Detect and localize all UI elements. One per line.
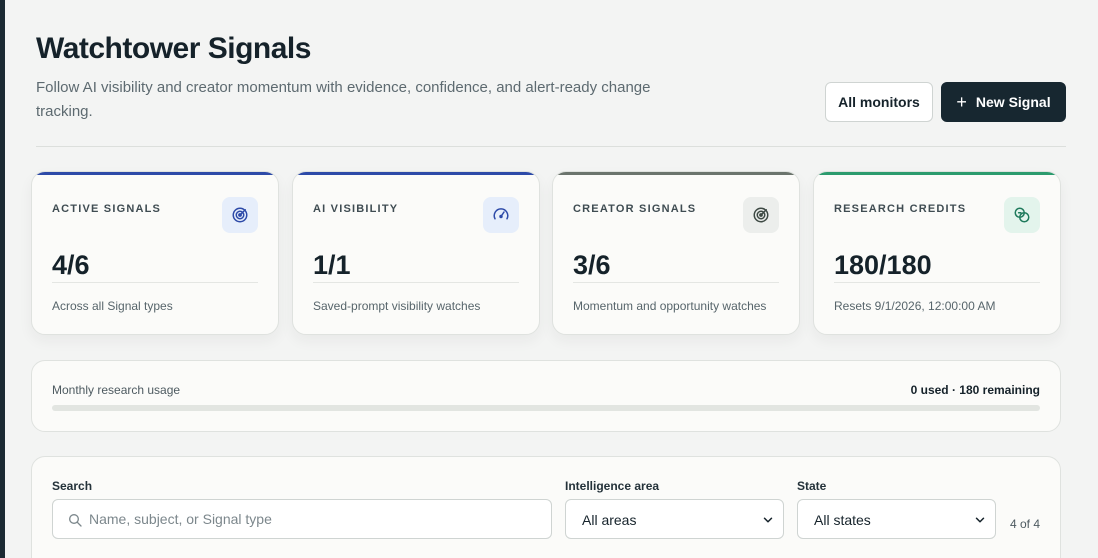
search-label: Search	[52, 479, 93, 493]
new-signal-label: New Signal	[975, 94, 1051, 110]
area-select[interactable]: All areas	[565, 499, 784, 539]
card-ai-visibility: AI VISIBILITY 1/1 Saved-prompt visibilit…	[292, 171, 540, 335]
card-accent	[293, 172, 539, 175]
card-label: RESEARCH CREDITS	[834, 203, 967, 215]
card-research-credits: RESEARCH CREDITS 180/180 Resets 9/1/2026…	[813, 171, 1061, 335]
card-value: 180/180	[834, 250, 932, 280]
state-select-value: All states	[814, 512, 871, 528]
result-count: 4 of 4	[1009, 517, 1040, 531]
card-accent	[553, 172, 799, 175]
usage-label: Monthly research usage	[52, 383, 181, 397]
card-value: 4/6	[52, 250, 90, 280]
card-note: Momentum and opportunity watches	[573, 299, 767, 313]
card-note: Saved-prompt visibility watches	[313, 299, 481, 313]
page-title: Watchtower Signals	[36, 32, 311, 65]
chevron-down-icon	[975, 517, 985, 523]
usage-progress-bar	[52, 405, 1040, 411]
card-accent	[814, 172, 1060, 175]
card-label: ACTIVE SIGNALS	[52, 203, 162, 215]
radar-icon	[222, 197, 258, 233]
state-label: State	[797, 479, 827, 493]
card-value: 1/1	[313, 250, 351, 280]
chevron-down-icon	[763, 517, 773, 523]
card-label: AI VISIBILITY	[313, 203, 399, 215]
new-signal-button[interactable]: + New Signal	[941, 82, 1066, 122]
area-select-value: All areas	[582, 512, 637, 528]
header-actions: All monitors + New Signal	[825, 82, 1066, 122]
divider	[573, 282, 779, 283]
usage-stat: 0 used · 180 remaining	[910, 383, 1040, 397]
filter-panel: Search Intelligence area All areas State…	[31, 456, 1061, 558]
plus-icon: +	[956, 92, 967, 112]
divider	[313, 282, 519, 283]
page-subtitle: Follow AI visibility and creator momentu…	[36, 79, 651, 120]
gauge-icon	[483, 197, 519, 233]
card-label: CREATOR SIGNALS	[573, 203, 697, 215]
card-active-signals: ACTIVE SIGNALS 4/6 Across all Signal typ…	[31, 171, 279, 335]
card-creator-signals: CREATOR SIGNALS 3/6 Momentum and opportu…	[552, 171, 800, 335]
divider	[52, 282, 258, 283]
search-input[interactable]	[89, 500, 544, 538]
divider	[834, 282, 1040, 283]
card-note: Across all Signal types	[52, 299, 173, 313]
usage-panel: Monthly research usage 0 used · 180 rema…	[31, 360, 1061, 432]
summary-cards: ACTIVE SIGNALS 4/6 Across all Signal typ…	[31, 171, 1061, 335]
page-header: Watchtower Signals Follow AI visibility …	[36, 0, 1066, 147]
area-label: Intelligence area	[565, 479, 660, 493]
card-value: 3/6	[573, 250, 611, 280]
radar-icon	[743, 197, 779, 233]
search-icon	[69, 514, 82, 527]
state-select[interactable]: All states	[797, 499, 996, 539]
coins-icon	[1004, 197, 1040, 233]
card-note: Resets 9/1/2026, 12:00:00 AM	[834, 299, 996, 313]
search-field[interactable]	[52, 499, 552, 539]
card-accent	[32, 172, 278, 175]
all-monitors-button[interactable]: All monitors	[825, 82, 933, 122]
